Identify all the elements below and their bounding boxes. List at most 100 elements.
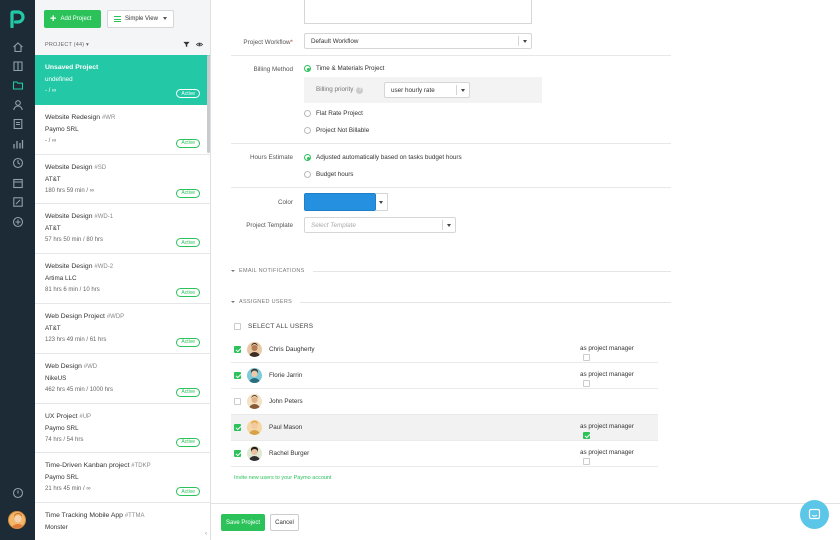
project-list-item[interactable]: Web Design #WD NikeUS 462 hrs 45 min / 1… xyxy=(35,353,210,404)
assigned-users-list: Chris Daugherty as project manager Flori… xyxy=(231,337,658,467)
project-list-item[interactable]: Time-Driven Kanban project #TDKP Paymo S… xyxy=(35,453,210,504)
radio-icon xyxy=(304,110,311,117)
project-client: AT&T xyxy=(45,324,61,332)
status-badge: Active xyxy=(176,288,200,298)
status-badge: Active xyxy=(176,89,200,98)
project-list-item[interactable]: Time Tracking Mobile App #TTMA Monster xyxy=(35,503,210,540)
template-select[interactable]: Select Template xyxy=(304,217,456,233)
add-project-label: Add Project xyxy=(60,16,92,22)
paymo-logo[interactable] xyxy=(10,10,25,28)
project-name: Website Design xyxy=(45,163,93,171)
project-list-item-selected[interactable]: Unsaved Project undefined - / ∞ Active xyxy=(35,55,210,105)
user-checkbox[interactable] xyxy=(234,372,241,379)
project-client: NikeUS xyxy=(45,374,67,382)
project-list-item[interactable]: Website Redesign #WR Paymo SRL - / ∞ Act… xyxy=(35,104,210,155)
chevron-down-icon xyxy=(447,224,451,229)
project-manager-option[interactable]: as project manager xyxy=(580,371,634,387)
project-client: Monster xyxy=(45,524,68,532)
project-name: Web Design xyxy=(45,362,82,370)
save-project-button[interactable]: Save Project xyxy=(221,514,265,531)
project-count-sort[interactable]: PROJECT (44) ▾ xyxy=(45,42,89,48)
project-client: AT&T xyxy=(45,175,61,183)
user-checkbox[interactable] xyxy=(234,398,241,405)
user-checkbox[interactable] xyxy=(234,346,241,353)
list-scrollbar[interactable] xyxy=(207,55,210,153)
add-project-button[interactable]: + Add Project xyxy=(44,10,101,28)
user-name: John Peters xyxy=(269,398,303,405)
add-circle-icon[interactable] xyxy=(11,215,24,228)
billing-option-flat-rate[interactable]: Flat Rate Project xyxy=(304,110,363,117)
user-row: Rachel Burger as project manager xyxy=(231,441,658,467)
chevron-down-icon xyxy=(163,17,167,22)
calendar-icon[interactable] xyxy=(11,176,24,189)
invoice-icon[interactable] xyxy=(11,117,24,130)
reports-chart-icon[interactable] xyxy=(11,137,24,150)
project-manager-option[interactable]: as project manager xyxy=(580,449,634,465)
project-code: #TDKP xyxy=(131,463,151,470)
form-footer: Save Project Cancel xyxy=(211,503,840,540)
billing-priority-value: user hourly rate xyxy=(391,87,435,94)
status-badge: Active xyxy=(176,337,200,347)
project-list-panel: + Add Project Simple View PROJECT (44) ▾… xyxy=(35,0,211,540)
project-manager-option[interactable]: as project manager xyxy=(580,423,634,439)
billing-option-time-materials[interactable]: Time & Materials Project xyxy=(304,65,384,72)
invite-users-link[interactable]: Invite new users to your Paymo account xyxy=(234,475,332,481)
project-manager-label: as project manager xyxy=(580,371,634,378)
select-all-users[interactable]: SELECT ALL USERS xyxy=(234,323,313,330)
color-dropdown-button[interactable] xyxy=(376,193,388,211)
email-notifications-section[interactable]: EMAIL NOTIFICATIONS xyxy=(231,268,671,274)
expand-icon[interactable] xyxy=(11,195,24,208)
project-manager-checkbox[interactable] xyxy=(583,432,590,439)
color-swatch[interactable] xyxy=(304,193,376,211)
timer-icon[interactable] xyxy=(11,486,24,499)
clock-icon[interactable] xyxy=(11,156,24,169)
collapse-toggle-icon xyxy=(231,270,235,274)
project-manager-checkbox[interactable] xyxy=(583,458,590,465)
user-name: Paul Mason xyxy=(269,424,303,431)
project-list-item[interactable]: Website Design #SD AT&T 180 hrs 59 min /… xyxy=(35,154,210,205)
status-badge: Active xyxy=(176,238,200,248)
section-title: ASSIGNED USERS xyxy=(239,299,293,305)
project-client: Artima LLC xyxy=(45,275,77,283)
hours-option-adjusted[interactable]: Adjusted automatically based on tasks bu… xyxy=(304,154,462,161)
hours-estimate-label: Hours Estimate xyxy=(249,154,293,161)
billing-method-label: Billing Method xyxy=(253,66,293,73)
assigned-users-section[interactable]: ASSIGNED USERS xyxy=(231,299,671,305)
project-code: #WDP xyxy=(106,313,125,320)
filter-icon[interactable] xyxy=(183,41,190,48)
project-list-item[interactable]: Web Design Project #WDP AT&T 123 hrs 49 … xyxy=(35,303,210,354)
view-mode-dropdown[interactable]: Simple View xyxy=(107,10,174,28)
chevron-down-icon xyxy=(461,89,465,94)
required-marker: * xyxy=(290,39,293,46)
radio-selected-icon xyxy=(304,65,311,72)
hours-option-budget[interactable]: Budget hours xyxy=(304,171,353,178)
select-all-checkbox[interactable] xyxy=(234,323,241,330)
billing-option-not-billable[interactable]: Project Not Billable xyxy=(304,127,369,134)
workflow-select[interactable]: Default Workflow xyxy=(304,33,532,49)
project-client: Paymo SRL xyxy=(45,474,79,482)
book-icon[interactable] xyxy=(11,59,24,72)
projects-folder-icon[interactable] xyxy=(11,78,24,91)
user-checkbox[interactable] xyxy=(234,450,241,457)
project-manager-checkbox[interactable] xyxy=(583,380,590,387)
description-textarea[interactable] xyxy=(304,0,532,24)
project-list-item[interactable]: UX Project #UP Paymo SRL 74 hrs / 54 hrs… xyxy=(35,403,210,454)
user-row: John Peters xyxy=(231,389,658,415)
user-icon[interactable] xyxy=(11,98,24,111)
current-user-avatar[interactable] xyxy=(8,511,26,529)
project-list-item[interactable]: Website Design #WD-2 Artima LLC 81 hrs 6… xyxy=(35,254,210,304)
project-manager-option[interactable]: as project manager xyxy=(580,345,634,361)
project-manager-checkbox[interactable] xyxy=(583,354,590,361)
home-icon[interactable] xyxy=(11,40,24,53)
hours-option-label: Adjusted automatically based on tasks bu… xyxy=(316,154,462,161)
help-icon[interactable]: ? xyxy=(356,87,364,94)
user-checkbox[interactable] xyxy=(234,424,241,431)
project-manager-label: as project manager xyxy=(580,449,634,456)
cancel-button[interactable]: Cancel xyxy=(270,514,299,531)
billing-priority-select[interactable]: user hourly rate xyxy=(384,82,470,98)
eye-icon[interactable] xyxy=(196,41,203,48)
chat-support-button[interactable] xyxy=(800,500,829,529)
collapse-panel-icon[interactable]: ‹ xyxy=(205,531,207,537)
user-name: Chris Daugherty xyxy=(269,346,315,353)
project-list-item[interactable]: Website Design #WD-1 AT&T 57 hrs 50 min … xyxy=(35,204,210,255)
